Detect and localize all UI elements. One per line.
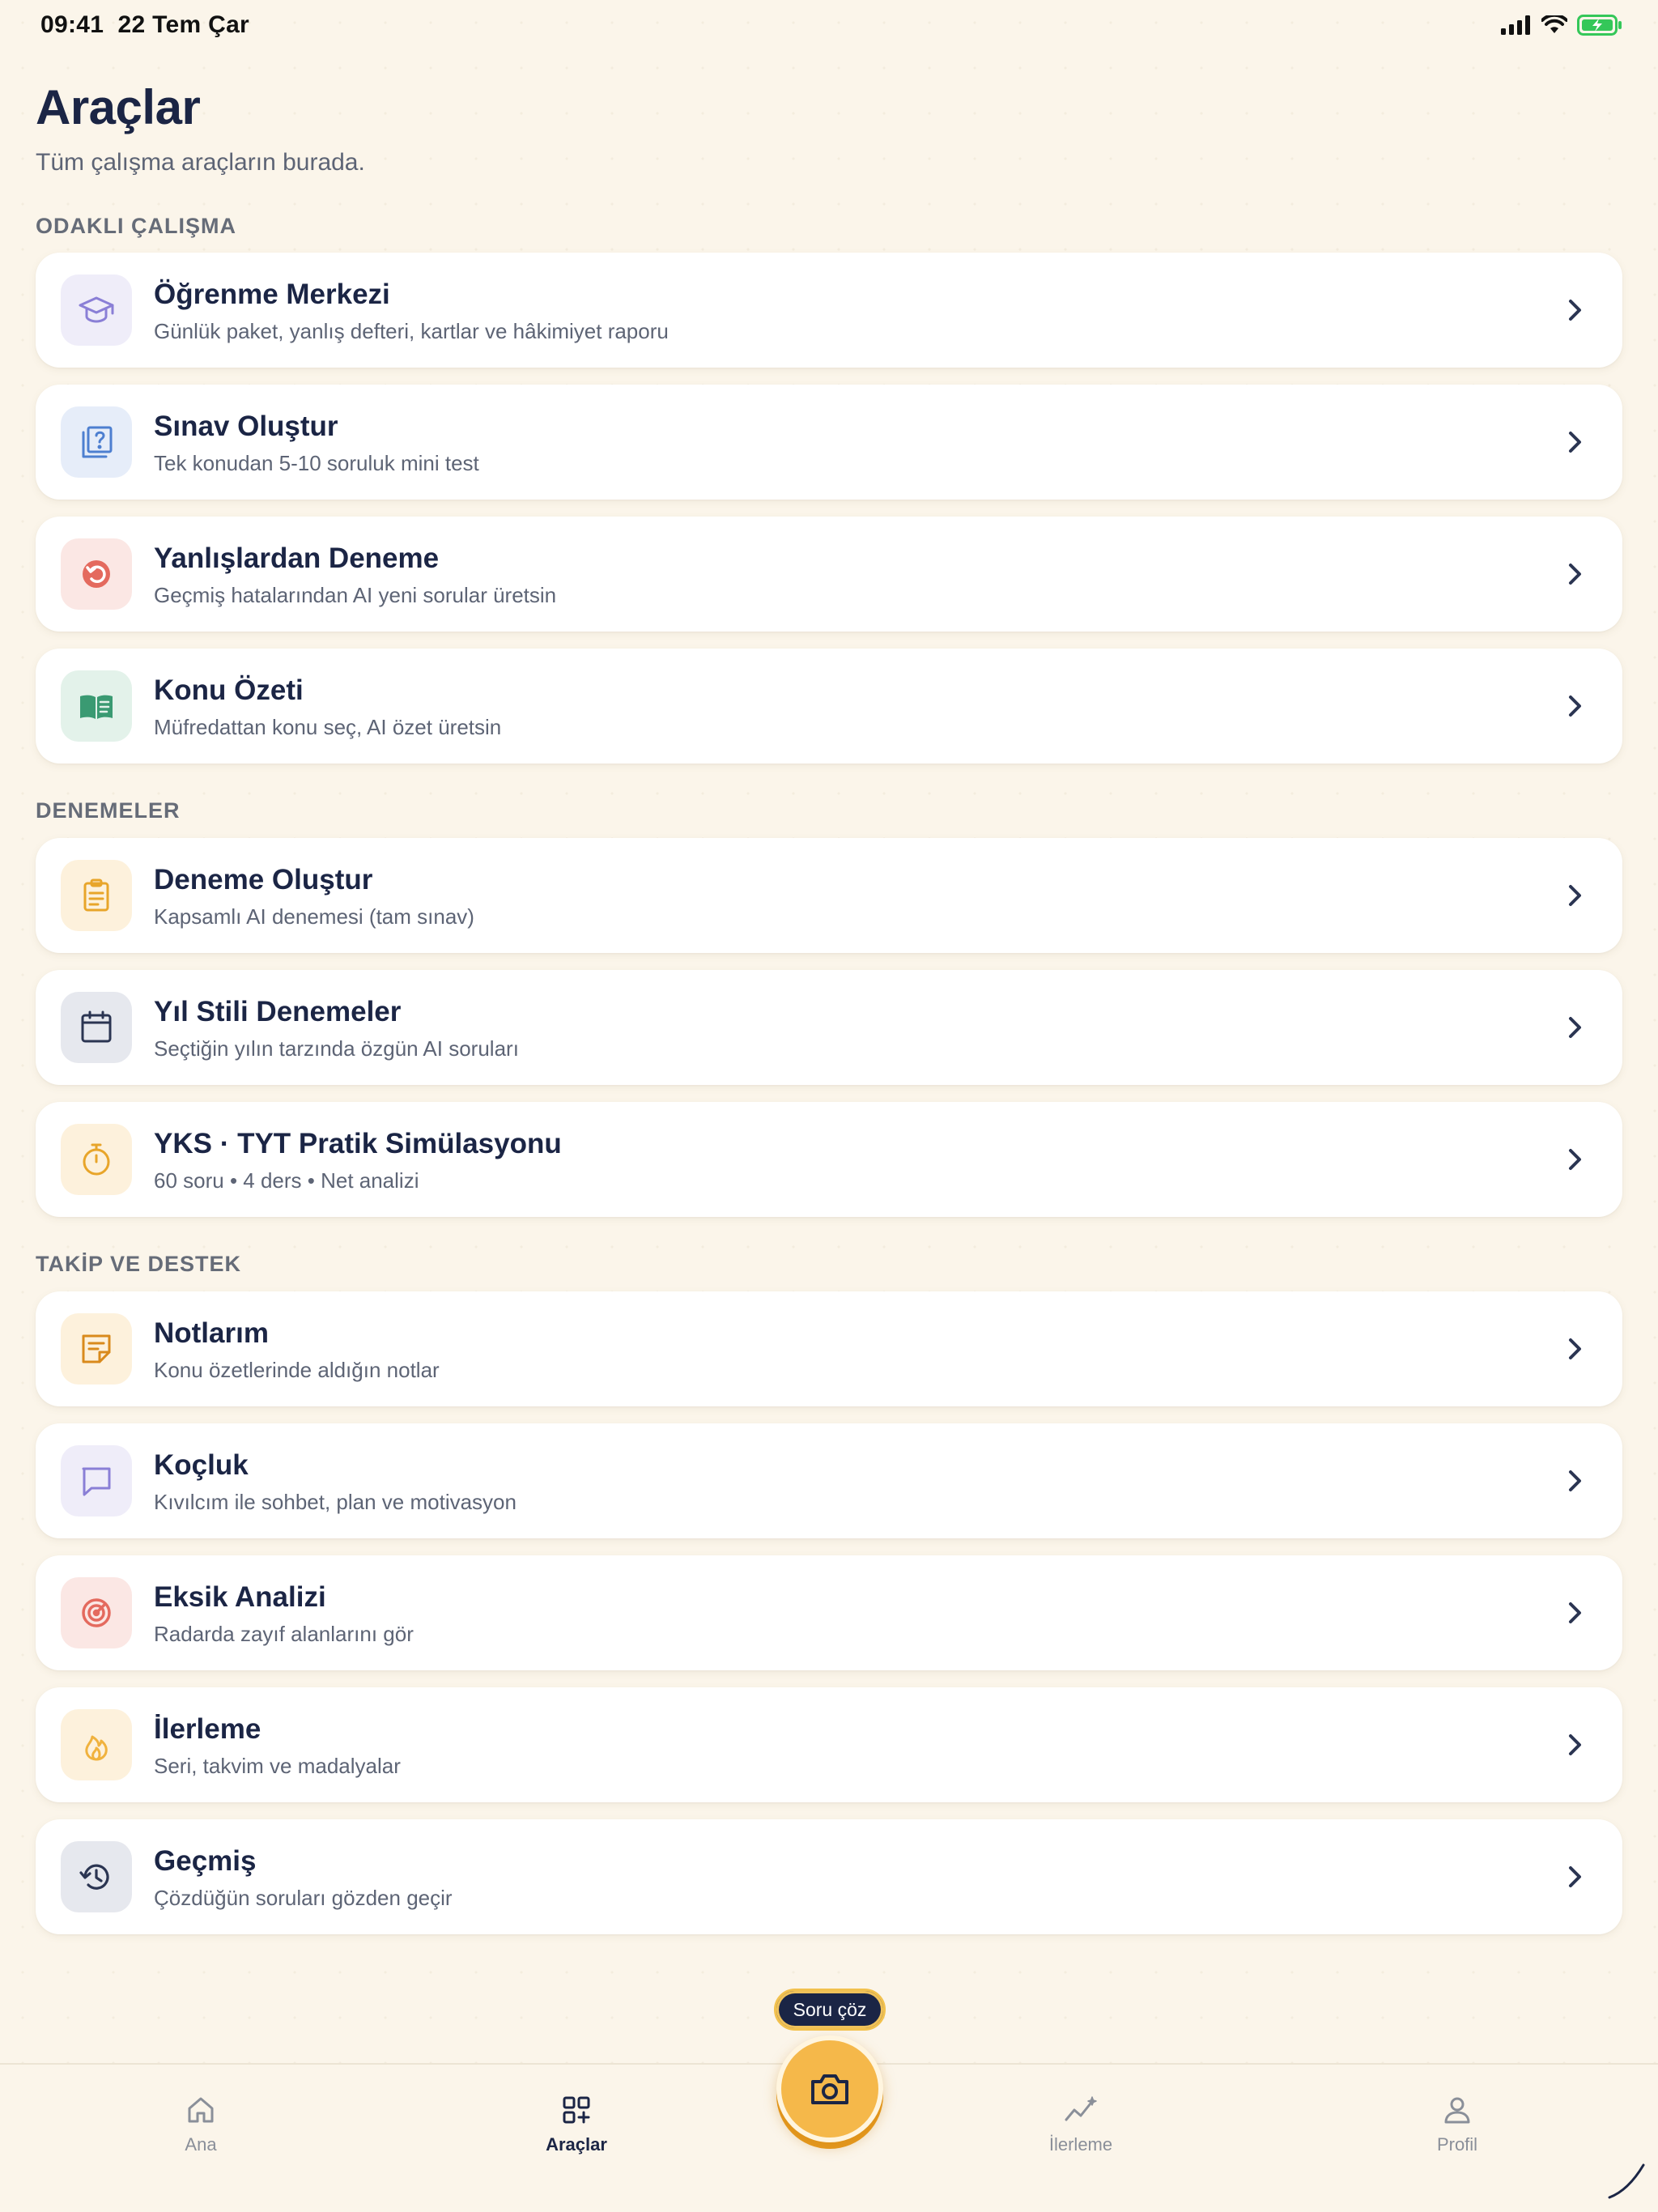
trend-sparkle-icon [1065, 2096, 1097, 2121]
clipboard-icon [61, 860, 132, 931]
tool-card-description: Müfredattan konu seç, AI özet üretsin [154, 715, 502, 739]
tool-card-description: Çözdüğün soruları gözden geçir [154, 1886, 453, 1910]
tool-card-title: Eksik Analizi [154, 1581, 326, 1613]
tool-card-topic-summary[interactable]: Konu Özeti Müfredattan konu seç, AI özet… [36, 649, 1622, 764]
chevron-right-icon [1569, 1338, 1581, 1359]
tool-card-yks-simulation[interactable]: YKS · TYT Pratik Simülasyonu 60 soru • 4… [36, 1102, 1622, 1217]
tool-card-title: İlerleme [154, 1713, 261, 1745]
chevron-right-icon [1569, 1866, 1581, 1887]
tab-progress[interactable]: İlerleme [1000, 2094, 1162, 2155]
tool-card-title: Öğrenme Merkezi [154, 279, 390, 310]
fab-face [776, 2035, 883, 2142]
chevron-right-icon [1569, 300, 1581, 321]
camera-icon [811, 2074, 848, 2104]
user-icon [1444, 2097, 1470, 2124]
tool-card-gap-analysis[interactable]: Eksik Analizi Radarda zayıf alanlarını g… [36, 1555, 1622, 1670]
tool-card-description: Tek konudan 5-10 soruluk mini test [154, 451, 479, 475]
graduation-cap-icon [61, 274, 132, 346]
tool-card-description: Geçmiş hatalarından AI yeni sorular üret… [154, 583, 557, 607]
target-icon [61, 1577, 132, 1648]
tool-card-title: Yanlışlardan Deneme [154, 542, 440, 574]
tool-card-coaching[interactable]: Koçluk Kıvılcım ile sohbet, plan ve moti… [36, 1423, 1622, 1538]
tab-profile-label: Profil [1436, 2134, 1478, 2155]
tool-card-mistake-exam[interactable]: Yanlışlardan Deneme Geçmiş hatalarından … [36, 517, 1622, 632]
solve-question-tooltip: Soru çöz [774, 1989, 886, 2031]
flame-icon [61, 1709, 132, 1780]
history-icon [61, 1841, 132, 1912]
status-date: 22 Tem Çar [117, 11, 250, 38]
tab-tools-label: Araçlar [546, 2134, 607, 2155]
tool-card-year-style-exams[interactable]: Yıl Stili Denemeler Seçtiğin yılın tarzı… [36, 970, 1622, 1085]
tool-card-title: YKS · TYT Pratik Simülasyonu [154, 1128, 562, 1159]
status-bar: 09:41 22 Tem Çar [0, 0, 1658, 52]
chevron-right-icon [1569, 564, 1581, 585]
chevron-right-icon [1569, 432, 1581, 453]
chevron-right-icon [1569, 1017, 1581, 1038]
tab-progress-label: İlerleme [1048, 2134, 1113, 2155]
tool-card-title: Sınav Oluştur [154, 410, 338, 442]
tab-home-label: Ana [185, 2134, 217, 2155]
page-title: Araçlar [36, 80, 201, 134]
tool-card-title: Notlarım [154, 1317, 269, 1349]
retry-icon [61, 538, 132, 610]
page-subtitle: Tüm çalışma araçların burada. [36, 149, 365, 176]
status-indicators [1501, 15, 1622, 36]
status-time: 09:41 22 Tem Çar [40, 11, 249, 39]
tool-card-title: Geçmiş [154, 1845, 257, 1877]
tab-profile[interactable]: Profil [1376, 2094, 1538, 2155]
chevron-right-icon [1569, 885, 1581, 906]
section-label-exams: DENEMELER [36, 798, 181, 823]
chevron-right-icon [1569, 1602, 1581, 1623]
tab-home[interactable]: Ana [120, 2094, 282, 2155]
tool-card-description: Kapsamlı AI denemesi (tam sınav) [154, 904, 474, 929]
tool-card-create-exam[interactable]: Deneme Oluştur Kapsamlı AI denemesi (tam… [36, 838, 1622, 953]
stopwatch-icon [61, 1124, 132, 1195]
pencil-stroke-icon [1608, 2163, 1645, 2199]
chevron-right-icon [1569, 1149, 1581, 1170]
wifi-icon [1541, 15, 1567, 33]
tool-card-description: Seri, takvim ve madalyalar [154, 1754, 401, 1778]
grid-plus-icon [563, 2096, 590, 2124]
open-book-icon [61, 670, 132, 742]
tool-card-title: Deneme Oluştur [154, 864, 373, 895]
tab-tools[interactable]: Araçlar [495, 2094, 657, 2155]
note-icon [61, 1313, 132, 1385]
chevron-right-icon [1569, 1734, 1581, 1755]
tool-card-description: 60 soru • 4 ders • Net analizi [154, 1168, 419, 1193]
tool-card-description: Seçtiğin yılın tarzında özgün AI sorular… [154, 1036, 519, 1061]
tool-card-notes[interactable]: Notlarım Konu özetlerinde aldığın notlar [36, 1291, 1622, 1406]
section-label-focused: ODAKLI ÇALIŞMA [36, 214, 236, 238]
tool-card-title: Yıl Stili Denemeler [154, 996, 402, 1027]
tool-card-create-quiz[interactable]: Sınav Oluştur Tek konudan 5-10 soruluk m… [36, 385, 1622, 500]
tool-card-learning-center[interactable]: Öğrenme Merkezi Günlük paket, yanlış def… [36, 253, 1622, 368]
home-icon [188, 2097, 214, 2123]
chevron-right-icon [1569, 1470, 1581, 1491]
calendar-icon [61, 992, 132, 1063]
chat-bubble-icon [61, 1445, 132, 1516]
tool-card-description: Radarda zayıf alanlarını gör [154, 1622, 414, 1646]
tool-card-title: Koçluk [154, 1449, 249, 1481]
tool-card-history[interactable]: Geçmiş Çözdüğün soruları gözden geçir [36, 1819, 1622, 1934]
solve-question-camera-button[interactable] [776, 2035, 883, 2149]
signal-icon [1501, 15, 1530, 35]
chevron-right-icon [1569, 696, 1581, 717]
question-book-icon [61, 406, 132, 478]
tool-card-progress[interactable]: İlerleme Seri, takvim ve madalyalar [36, 1687, 1622, 1802]
tool-card-description: Kıvılcım ile sohbet, plan ve motivasyon [154, 1490, 517, 1514]
tool-card-description: Günlük paket, yanlış defteri, kartlar ve… [154, 319, 669, 343]
tool-card-description: Konu özetlerinde aldığın notlar [154, 1358, 440, 1382]
section-label-support: TAKİP VE DESTEK [36, 1252, 242, 1276]
tool-card-title: Konu Özeti [154, 674, 304, 706]
status-clock: 09:41 [40, 11, 104, 38]
battery-icon [1577, 15, 1622, 36]
